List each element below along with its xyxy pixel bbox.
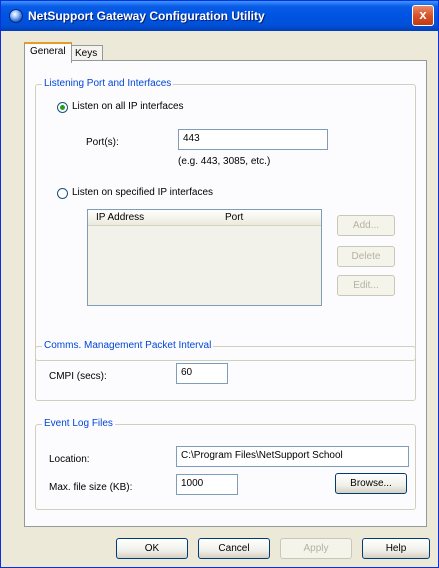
radio-listen-specified-label: Listen on specified IP interfaces (72, 187, 214, 198)
title-bar[interactable]: NetSupport Gateway Configuration Utility… (1, 1, 438, 31)
cmpi-input[interactable]: 60 (176, 363, 228, 384)
column-ip-address[interactable]: IP Address (96, 212, 144, 223)
ip-interfaces-list[interactable]: IP Address Port (87, 209, 322, 306)
listening-group-title: Listening Port and Interfaces (42, 78, 174, 89)
cmpi-group: Comms. Management Packet Interval CMPI (… (35, 340, 416, 401)
close-button[interactable]: x (412, 5, 434, 26)
window-title: NetSupport Gateway Configuration Utility (28, 9, 265, 23)
general-tab-panel: Listening Port and Interfaces Listen on … (24, 60, 427, 527)
ports-label: Port(s): (86, 137, 119, 148)
radio-selected-dot (60, 105, 65, 110)
ok-button[interactable]: OK (116, 538, 188, 559)
cancel-button[interactable]: Cancel (198, 538, 270, 559)
delete-button[interactable]: Delete (337, 246, 395, 267)
radio-listen-all[interactable] (57, 102, 68, 113)
config-window: NetSupport Gateway Configuration Utility… (0, 0, 439, 568)
location-label: Location: (49, 454, 90, 465)
cmpi-label: CMPI (secs): (49, 371, 107, 382)
eventlog-group: Event Log Files Location: C:\Program Fil… (35, 418, 416, 510)
apply-button[interactable]: Apply (280, 538, 352, 559)
listening-group: Listening Port and Interfaces Listen on … (35, 78, 416, 361)
cmpi-group-title: Comms. Management Packet Interval (42, 340, 214, 351)
location-input[interactable]: C:\Program Files\NetSupport School (176, 446, 409, 467)
help-button[interactable]: Help (362, 538, 430, 559)
maxsize-label: Max. file size (KB): (49, 482, 133, 493)
tab-general[interactable]: General (24, 42, 72, 63)
add-button[interactable]: Add... (337, 215, 395, 236)
maxsize-input[interactable]: 1000 (176, 474, 238, 495)
column-port[interactable]: Port (225, 212, 243, 223)
browse-button[interactable]: Browse... (335, 473, 407, 494)
eventlog-group-title: Event Log Files (42, 418, 115, 429)
ip-list-header: IP Address Port (88, 210, 321, 226)
radio-listen-specified[interactable] (57, 188, 68, 199)
ports-input[interactable]: 443 (178, 129, 328, 150)
edit-button[interactable]: Edit... (337, 275, 395, 296)
ports-hint: (e.g. 443, 3085, etc.) (178, 156, 271, 167)
radio-listen-all-label: Listen on all IP interfaces (72, 101, 184, 112)
netsupport-app-icon (9, 9, 23, 23)
